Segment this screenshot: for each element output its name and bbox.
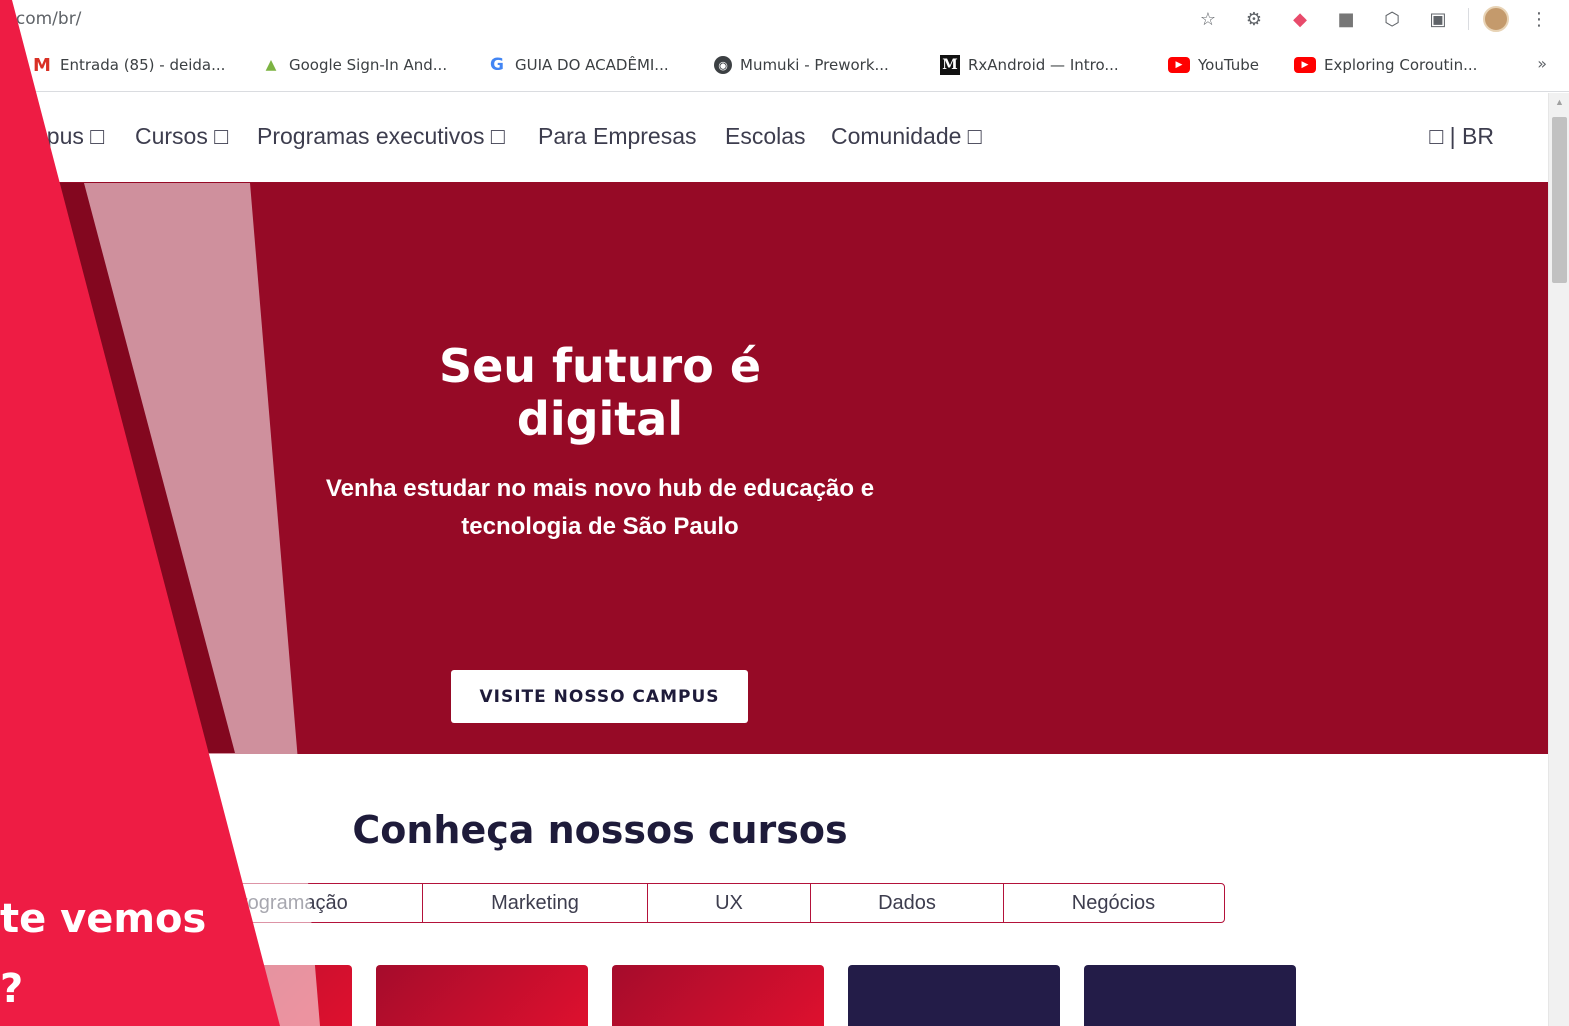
courses-section-title: Conheça nossos cursos (352, 808, 848, 852)
bookmark-rxandroid[interactable]: M RxAndroid — Intro... (940, 54, 1119, 76)
browser-address-bar[interactable]: e.com/br/ ☆ ⚙ ◆ ■ ⬡ ▣ ⋮ (0, 0, 1569, 40)
bookmark-label: RxAndroid — Intro... (968, 56, 1119, 74)
hero-title-line2: digital (516, 392, 684, 446)
toolbar-divider (1468, 8, 1469, 30)
scrollbar-thumb[interactable] (1552, 117, 1567, 283)
page-scrollbar[interactable]: ▲ (1548, 93, 1569, 1026)
hero-subtitle-line2: tecnologia de São Paulo (461, 513, 739, 540)
web-page: npus □ Cursos □ Programas executivos □ P… (0, 93, 1548, 1026)
site-navigation: npus □ Cursos □ Programas executivos □ P… (0, 93, 1548, 182)
bookmark-exploring-coroutines[interactable]: ▶ Exploring Coroutin... (1294, 54, 1477, 76)
bookmarks-overflow-button[interactable]: » (1537, 54, 1547, 73)
bookmark-label: Mumuki - Prework... (740, 56, 889, 74)
youtube-icon: ▶ (1294, 57, 1316, 73)
shield-extension-icon[interactable]: ⬡ (1376, 4, 1408, 34)
profile-avatar[interactable] (1483, 6, 1509, 32)
tab-programacao[interactable]: rogramação (201, 884, 423, 922)
gmail-icon: M (33, 54, 51, 76)
visit-campus-button[interactable]: VISITE NOSSO CAMPUS (451, 670, 748, 723)
picture-in-picture-icon[interactable]: ▣ (1422, 4, 1454, 34)
course-card[interactable] (612, 965, 824, 1026)
language-selector[interactable]: □ | BR (1429, 123, 1494, 150)
course-card[interactable] (1084, 965, 1296, 1026)
tab-dados[interactable]: Dados (811, 884, 1004, 922)
bookmark-mumuki[interactable]: ◉ Mumuki - Prework... (714, 54, 889, 76)
hero-banner: Seu futuro é digital Venha estudar no ma… (0, 182, 1548, 754)
course-card[interactable] (848, 965, 1060, 1026)
course-card[interactable] (140, 965, 352, 1026)
tab-marketing[interactable]: Marketing (423, 884, 648, 922)
arrow-extension-icon[interactable]: ◆ (1284, 4, 1316, 34)
bookmark-google-signin[interactable]: ▲ Google Sign-In And... (261, 54, 447, 76)
bookmark-youtube[interactable]: ▶ YouTube (1168, 54, 1259, 76)
bookmark-label: Entrada (85) - deida... (60, 56, 226, 74)
tab-ux[interactable]: UX (648, 884, 811, 922)
nav-escolas[interactable]: Escolas (725, 123, 806, 150)
bookmarks-bar: M Entrada (85) - deida... ▲ Google Sign-… (0, 40, 1569, 92)
hero-title-line1: Seu futuro é (438, 339, 762, 393)
nav-cursos[interactable]: Cursos □ (135, 123, 228, 150)
nav-comunidade[interactable]: Comunidade □ (831, 123, 982, 150)
gear-extension-icon[interactable]: ⚙ (1238, 4, 1270, 34)
medium-icon: M (940, 55, 960, 75)
kebab-menu-icon[interactable]: ⋮ (1523, 4, 1555, 34)
screenshot-stage: e.com/br/ ☆ ⚙ ◆ ■ ⬡ ▣ ⋮ M Entrada (85) -… (0, 0, 1569, 1026)
course-category-tabs: rogramação Marketing UX Dados Negócios (200, 883, 1225, 923)
overlay-caption-line2: ? (0, 966, 24, 1012)
star-icon[interactable]: ☆ (1192, 4, 1224, 34)
scroll-up-arrow-icon[interactable]: ▲ (1555, 97, 1564, 107)
nav-programas-executivos[interactable]: Programas executivos □ (257, 123, 505, 150)
mumuki-icon: ◉ (714, 56, 732, 74)
browser-toolbar-icons: ☆ ⚙ ◆ ■ ⬡ ▣ ⋮ (1192, 4, 1555, 34)
bookmark-guia[interactable]: G GUIA DO ACADÊMI... (487, 54, 669, 76)
nav-para-empresas[interactable]: Para Empresas (538, 123, 697, 150)
hero-subtitle: Venha estudar no mais novo hub de educaç… (260, 470, 940, 546)
hero-subtitle-line1: Venha estudar no mais novo hub de educaç… (325, 475, 875, 502)
bookmark-label: GUIA DO ACADÊMI... (515, 56, 669, 74)
bookmark-label: YouTube (1198, 56, 1259, 74)
course-card[interactable] (376, 965, 588, 1026)
google-icon: G (490, 55, 504, 75)
nav-campus[interactable]: npus □ (34, 123, 104, 150)
bookmark-gmail[interactable]: M Entrada (85) - deida... (32, 54, 225, 76)
url-text[interactable]: e.com/br/ (0, 9, 81, 29)
youtube-icon: ▶ (1168, 57, 1190, 73)
android-icon: ▲ (265, 57, 277, 73)
tab-negocios[interactable]: Negócios (1004, 884, 1223, 922)
bookmark-label: Google Sign-In And... (289, 56, 448, 74)
overlay-caption-line1: te vemos (0, 896, 207, 942)
image-extension-icon[interactable]: ■ (1330, 4, 1362, 34)
bookmark-label: Exploring Coroutin... (1324, 56, 1478, 74)
hero-title: Seu futuro é digital (300, 340, 900, 446)
